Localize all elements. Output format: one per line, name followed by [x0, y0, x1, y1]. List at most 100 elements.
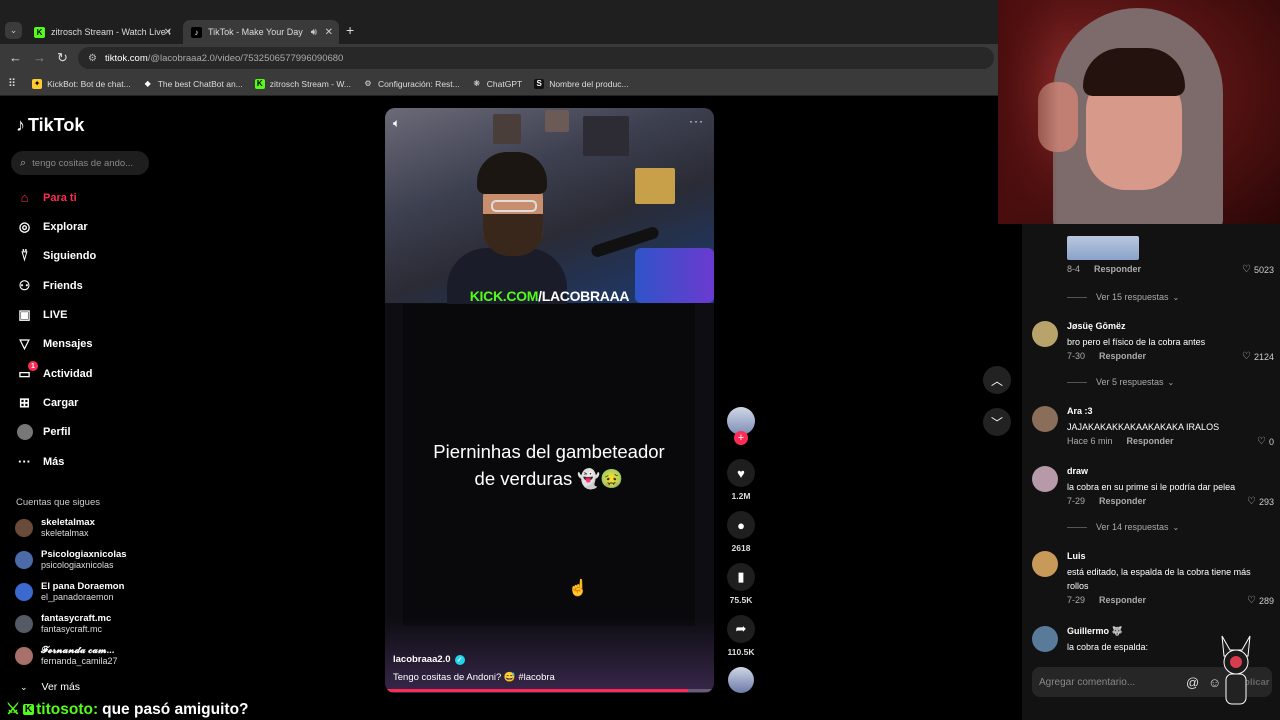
- reply-button[interactable]: Responder: [1094, 264, 1141, 274]
- forward-icon[interactable]: →: [33, 50, 46, 65]
- see-more-button[interactable]: ⌄ Ver más: [20, 681, 80, 693]
- tab-kick-stream[interactable]: K zitrosch Stream - Watch Live on ✕: [26, 20, 178, 44]
- comment-like[interactable]: ♡ 5023: [1242, 264, 1274, 275]
- video-progress-bar[interactable]: [385, 689, 714, 692]
- comment-button[interactable]: ● 2618: [727, 511, 755, 553]
- nav-mas[interactable]: ··· Más: [16, 453, 64, 470]
- mention-icon[interactable]: @: [1186, 675, 1199, 690]
- comment-author[interactable]: Luis: [1067, 551, 1086, 561]
- volume-icon[interactable]: 🔈︎: [393, 116, 400, 131]
- like-button[interactable]: ♥ 1.2M: [727, 459, 755, 501]
- comment-like[interactable]: ♡ 289: [1247, 595, 1274, 606]
- heart-outline-icon: ♡: [1242, 264, 1251, 275]
- stream-chat-overlay: ⚔ K titosoto: que pasó amiguito?: [6, 700, 249, 719]
- following-account[interactable]: El pana Doraemon el_panadoraemon: [15, 581, 124, 603]
- heart-outline-icon: ♡: [1247, 496, 1256, 507]
- nav-friends[interactable]: ⚇ Friends: [16, 277, 83, 294]
- account-handle: skeletalmax: [41, 528, 89, 538]
- tiktok-logo[interactable]: ♪ TikTok: [16, 115, 84, 136]
- compass-icon: ◎: [18, 218, 31, 234]
- poster-image: [583, 116, 629, 156]
- nav-live[interactable]: ▣ LIVE: [16, 306, 67, 323]
- site-info-icon[interactable]: ⚙: [88, 53, 97, 64]
- new-tab-button[interactable]: +: [346, 22, 354, 38]
- bookmark-producto[interactable]: S Nombre del produc...: [534, 78, 629, 89]
- avatar: [15, 551, 33, 569]
- home-icon: ⌂: [20, 190, 29, 205]
- avatar[interactable]: [1032, 406, 1058, 432]
- comment-author[interactable]: Ara :3: [1067, 406, 1093, 416]
- apps-icon[interactable]: ⠿: [8, 77, 16, 90]
- tab-title: TikTok - Make Your Day: [208, 27, 303, 37]
- view-replies-label: Ver 5 respuestas: [1096, 377, 1164, 387]
- nav-actividad[interactable]: ▭ 1 Actividad: [16, 361, 93, 382]
- tab-tiktok[interactable]: ♪ TikTok - Make Your Day 🔊︎ ✕: [183, 20, 339, 44]
- tab-search-button[interactable]: ⌄: [5, 22, 22, 39]
- search-input[interactable]: ⌕ tengo cositas de ando...: [11, 151, 149, 175]
- following-account[interactable]: Psicologiaxnicolas psicologiaxnicolas: [15, 549, 127, 571]
- comment-author[interactable]: Jøsüę Gōmëz: [1067, 321, 1126, 331]
- avatar[interactable]: [1032, 551, 1058, 577]
- save-button[interactable]: ▮ 75.5K: [727, 563, 755, 605]
- nav-siguiendo[interactable]: ⍢ Siguiendo: [16, 247, 97, 264]
- avatar[interactable]: [1032, 466, 1058, 492]
- chatgpt-icon: ❋: [473, 79, 481, 88]
- back-icon[interactable]: ←: [9, 50, 22, 65]
- avatar[interactable]: [1032, 321, 1058, 347]
- comment-meta: 7-30 Responder: [1067, 351, 1146, 361]
- chat-username: titosoto:: [36, 700, 99, 718]
- share-button[interactable]: ➦ 110.5K: [727, 615, 755, 657]
- following-account[interactable]: 𝓕𝓮𝓻𝓷𝓪𝓷𝓭𝓪 𝓬𝓪𝓶... fernanda_camila27: [15, 645, 118, 667]
- previous-video-button[interactable]: ︿: [983, 366, 1011, 394]
- nav-explorar[interactable]: ◎ Explorar: [16, 218, 88, 235]
- speaker-icon[interactable]: 🔊︎: [311, 27, 317, 38]
- comment-like[interactable]: ♡ 2124: [1242, 351, 1274, 362]
- nav-perfil[interactable]: Perfil: [16, 423, 71, 440]
- comment-author[interactable]: draw: [1067, 466, 1088, 476]
- view-replies-button[interactable]: Ver 14 respuestas ⌄: [1067, 522, 1179, 532]
- nav-label: Explorar: [43, 220, 88, 233]
- next-video-button[interactable]: ﹀: [983, 408, 1011, 436]
- video-player[interactable]: KICK.COM/LACOBRAAA Pierninhas del gambet…: [385, 108, 714, 693]
- author-name: lacobraaa2.0: [393, 654, 451, 665]
- reload-icon[interactable]: ↻: [57, 50, 68, 66]
- activity-icon: ▭ 1: [16, 361, 38, 382]
- chevron-down-icon: ⌄: [20, 681, 28, 692]
- bookmark-config[interactable]: ⚙ Configuración: Rest...: [363, 79, 459, 89]
- following-account[interactable]: fantasycraft.mc fantasycraft.mc: [15, 613, 111, 635]
- see-more-label: Ver más: [41, 681, 81, 693]
- view-replies-button[interactable]: Ver 5 respuestas ⌄: [1067, 377, 1174, 387]
- reply-button[interactable]: Responder: [1099, 496, 1146, 506]
- overlay-line-2: de verduras 👻🤢: [474, 468, 624, 489]
- following-account[interactable]: skeletalmax skeletalmax: [15, 517, 95, 539]
- close-tab-icon[interactable]: ✕: [325, 27, 333, 38]
- music-disc-avatar[interactable]: [728, 667, 754, 693]
- nav-para-ti[interactable]: ⌂ Para ti: [16, 189, 77, 206]
- reply-button[interactable]: Responder: [1127, 436, 1174, 446]
- reply-button[interactable]: Responder: [1099, 351, 1146, 361]
- url-input[interactable]: ⚙ tiktok.com/@lacobraaa2.0/video/7532506…: [78, 47, 994, 69]
- bookmark-chatgpt[interactable]: ❋ ChatGPT: [472, 79, 522, 89]
- view-replies-button[interactable]: Ver 15 respuestas ⌄: [1067, 292, 1179, 302]
- comment-like[interactable]: ♡ 293: [1247, 496, 1274, 507]
- follow-plus-icon[interactable]: +: [734, 431, 748, 445]
- bookmark-chatbot[interactable]: ◆ The best ChatBot an...: [143, 79, 243, 89]
- video-author[interactable]: lacobraaa2.0 ✓: [393, 654, 465, 665]
- tiktok-icon: ♪: [191, 26, 202, 38]
- bookmark-kickbot[interactable]: ✦ KickBot: Bot de chat...: [32, 78, 131, 89]
- bookmarks-bar: ⠿ ✦ KickBot: Bot de chat... ◆ The best Cha…: [0, 72, 1000, 96]
- close-tab-icon[interactable]: ✕: [164, 27, 172, 38]
- mascot-sticker: [1221, 635, 1251, 705]
- nav-mensajes[interactable]: ▽ Mensajes: [16, 335, 93, 352]
- reply-button[interactable]: Responder: [1099, 595, 1146, 605]
- notification-badge: 1: [28, 361, 38, 371]
- bookmark-zitrosch[interactable]: Kzitrosch Stream - W...: [254, 78, 351, 89]
- comment-meta: 7-29 Responder: [1067, 496, 1146, 506]
- comment-like[interactable]: ♡ 0: [1257, 436, 1274, 447]
- nav-cargar[interactable]: ⊞ Cargar: [16, 394, 78, 411]
- avatar[interactable]: [1032, 626, 1058, 652]
- video-caption: Tengo cositas de Andoni? 😅 #lacobra: [393, 672, 555, 683]
- comment-meta: 8-4 Responder: [1067, 264, 1141, 274]
- more-options-icon[interactable]: ···: [689, 114, 704, 128]
- comment-author[interactable]: Guillermo 🐺: [1067, 626, 1123, 637]
